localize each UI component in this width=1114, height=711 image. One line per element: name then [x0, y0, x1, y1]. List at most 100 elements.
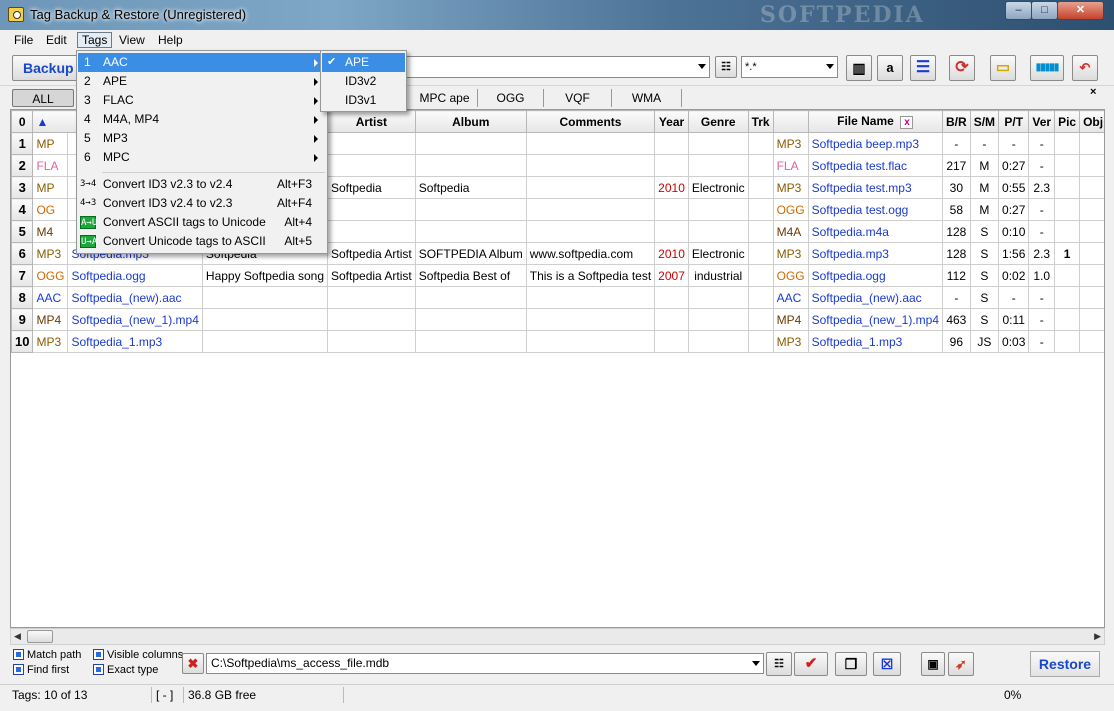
object-cell[interactable]: [1079, 242, 1104, 265]
comments-cell[interactable]: [525, 308, 656, 331]
year-cell[interactable]: [654, 154, 689, 177]
version-cell[interactable]: -: [1028, 286, 1056, 309]
playtime-cell[interactable]: 0:10: [998, 220, 1030, 243]
clear-path-icon[interactable]: ✖: [182, 653, 204, 674]
row-number[interactable]: 3: [11, 176, 34, 199]
version-cell[interactable]: -: [1028, 220, 1056, 243]
genre-cell[interactable]: industrial: [687, 264, 749, 287]
app-camera-icon[interactable]: [8, 7, 24, 22]
case-button[interactable]: a: [877, 55, 903, 81]
backup-button[interactable]: Backup: [12, 55, 78, 81]
tab-ogg[interactable]: OGG: [478, 89, 544, 107]
bitrate-cell[interactable]: 30: [942, 176, 971, 199]
file-type-tag[interactable]: MP3: [772, 330, 809, 353]
file-mask-combo[interactable]: *.*: [741, 56, 838, 78]
convert-ascii-to-unicode[interactable]: A→U Convert ASCII tags to Unicode Alt+4: [78, 213, 326, 232]
columns-icon[interactable]: ▥: [846, 55, 872, 81]
picture-cell[interactable]: [1054, 286, 1081, 309]
file-type-tag[interactable]: AAC: [32, 286, 69, 309]
album-cell[interactable]: Softpedia: [414, 176, 527, 199]
track-cell[interactable]: [747, 132, 774, 155]
menu-tags[interactable]: Tags: [77, 32, 113, 48]
exact-type-checkbox[interactable]: Exact type: [93, 664, 158, 676]
stereo-mono-cell[interactable]: M: [969, 154, 1000, 177]
playtime-cell[interactable]: 1:56: [998, 242, 1030, 265]
year-cell[interactable]: [654, 220, 689, 243]
row-number[interactable]: 5: [11, 220, 34, 243]
undo-icon[interactable]: ↶: [1072, 55, 1098, 81]
aac-submenu-id3v2[interactable]: ID3v2: [322, 72, 405, 91]
genre-cell[interactable]: [687, 198, 749, 221]
artist-cell[interactable]: Softpedia Artist: [327, 242, 416, 265]
row-number[interactable]: 8: [11, 286, 34, 309]
checkmark-icon[interactable]: ✔: [794, 652, 828, 676]
picture-cell[interactable]: [1054, 154, 1081, 177]
comments-cell[interactable]: [525, 330, 656, 353]
visible-columns-checkbox[interactable]: Visible columns: [93, 649, 183, 661]
file-type-tag[interactable]: MP3: [32, 242, 69, 265]
convert-unicode-to-ascii[interactable]: U→A Convert Unicode tags to ASCII Alt+5: [78, 232, 326, 251]
track-cell[interactable]: [747, 242, 774, 265]
menu-view[interactable]: View: [115, 32, 149, 48]
album-cell[interactable]: Softpedia Best of: [414, 264, 527, 287]
file-name-cell[interactable]: Softpedia beep.mp3: [807, 132, 944, 155]
track-cell[interactable]: [747, 308, 774, 331]
folder-path-combo[interactable]: [404, 56, 710, 78]
playtime-cell[interactable]: 0:11: [998, 308, 1030, 331]
tags-menu-item-ape[interactable]: 2 APE: [78, 72, 326, 91]
artist-cell[interactable]: [327, 132, 416, 155]
list-icon[interactable]: ☷: [766, 652, 792, 676]
file-type-tag[interactable]: OGG: [772, 264, 809, 287]
album-cell[interactable]: [414, 330, 527, 353]
file-name-cell[interactable]: Softpedia test.mp3: [807, 176, 944, 199]
file-name-cell[interactable]: Softpedia test.flac: [807, 154, 944, 177]
scroll-left-icon[interactable]: ◀: [14, 631, 21, 642]
object-cell[interactable]: [1079, 154, 1104, 177]
filename-column-header[interactable]: File Name x: [807, 110, 944, 133]
object-cell[interactable]: [1079, 198, 1104, 221]
file-type-tag[interactable]: OG: [32, 198, 69, 221]
file-name-left[interactable]: Softpedia_1.mp3: [67, 330, 203, 353]
file-type-tag[interactable]: MP3: [772, 132, 809, 155]
file-name-cell[interactable]: Softpedia_1.mp3: [807, 330, 944, 353]
tags-menu-item-aac[interactable]: 1 AAC: [78, 53, 326, 72]
genre-cell[interactable]: Electronic: [687, 242, 749, 265]
aac-submenu-id3v1[interactable]: ID3v1: [322, 91, 405, 110]
year-cell[interactable]: 2010: [654, 176, 689, 199]
menu-file[interactable]: File: [10, 32, 37, 48]
file-type-tag[interactable]: MP: [32, 132, 69, 155]
version-cell[interactable]: 2.3: [1028, 242, 1056, 265]
tab-all[interactable]: ALL: [12, 89, 74, 107]
version-column-header[interactable]: Ver: [1028, 110, 1056, 133]
title-cell[interactable]: [201, 286, 329, 309]
close-button[interactable]: ✕: [1057, 1, 1104, 20]
object-cell[interactable]: [1079, 176, 1104, 199]
album-cell[interactable]: [414, 132, 527, 155]
object-cell[interactable]: [1079, 330, 1104, 353]
stereo-mono-cell[interactable]: -: [969, 132, 1000, 155]
stereo-mono-cell[interactable]: M: [969, 198, 1000, 221]
file-type-tag[interactable]: OGG: [32, 264, 69, 287]
version-cell[interactable]: -: [1028, 154, 1056, 177]
file-type-tag[interactable]: MP3: [772, 242, 809, 265]
refresh-icon[interactable]: ⟳: [949, 55, 975, 81]
scroll-thumb[interactable]: [27, 630, 53, 643]
tab-wma[interactable]: WMA: [612, 89, 682, 107]
artist-cell[interactable]: Softpedia: [327, 176, 416, 199]
tags-menu-item-mpc[interactable]: 6 MPC: [78, 148, 326, 167]
match-path-checkbox[interactable]: Match path: [13, 649, 81, 661]
document-icon[interactable]: ▣: [921, 652, 945, 676]
picture-cell[interactable]: 1: [1054, 242, 1081, 265]
row-number[interactable]: 9: [11, 308, 34, 331]
track-cell[interactable]: [747, 176, 774, 199]
progress-bar-icon[interactable]: ▮▮▮▮▮: [1030, 55, 1064, 81]
title-cell[interactable]: [201, 330, 329, 353]
file-name-left[interactable]: Softpedia.ogg: [67, 264, 203, 287]
genre-cell[interactable]: [687, 220, 749, 243]
stereo-mono-column-header[interactable]: S/M: [969, 110, 1000, 133]
row-number[interactable]: 4: [11, 198, 34, 221]
track-cell[interactable]: [747, 330, 774, 353]
playtime-column-header[interactable]: P/T: [998, 110, 1030, 133]
artist-column-header[interactable]: Artist: [327, 110, 416, 133]
playtime-cell[interactable]: 0:27: [998, 198, 1030, 221]
